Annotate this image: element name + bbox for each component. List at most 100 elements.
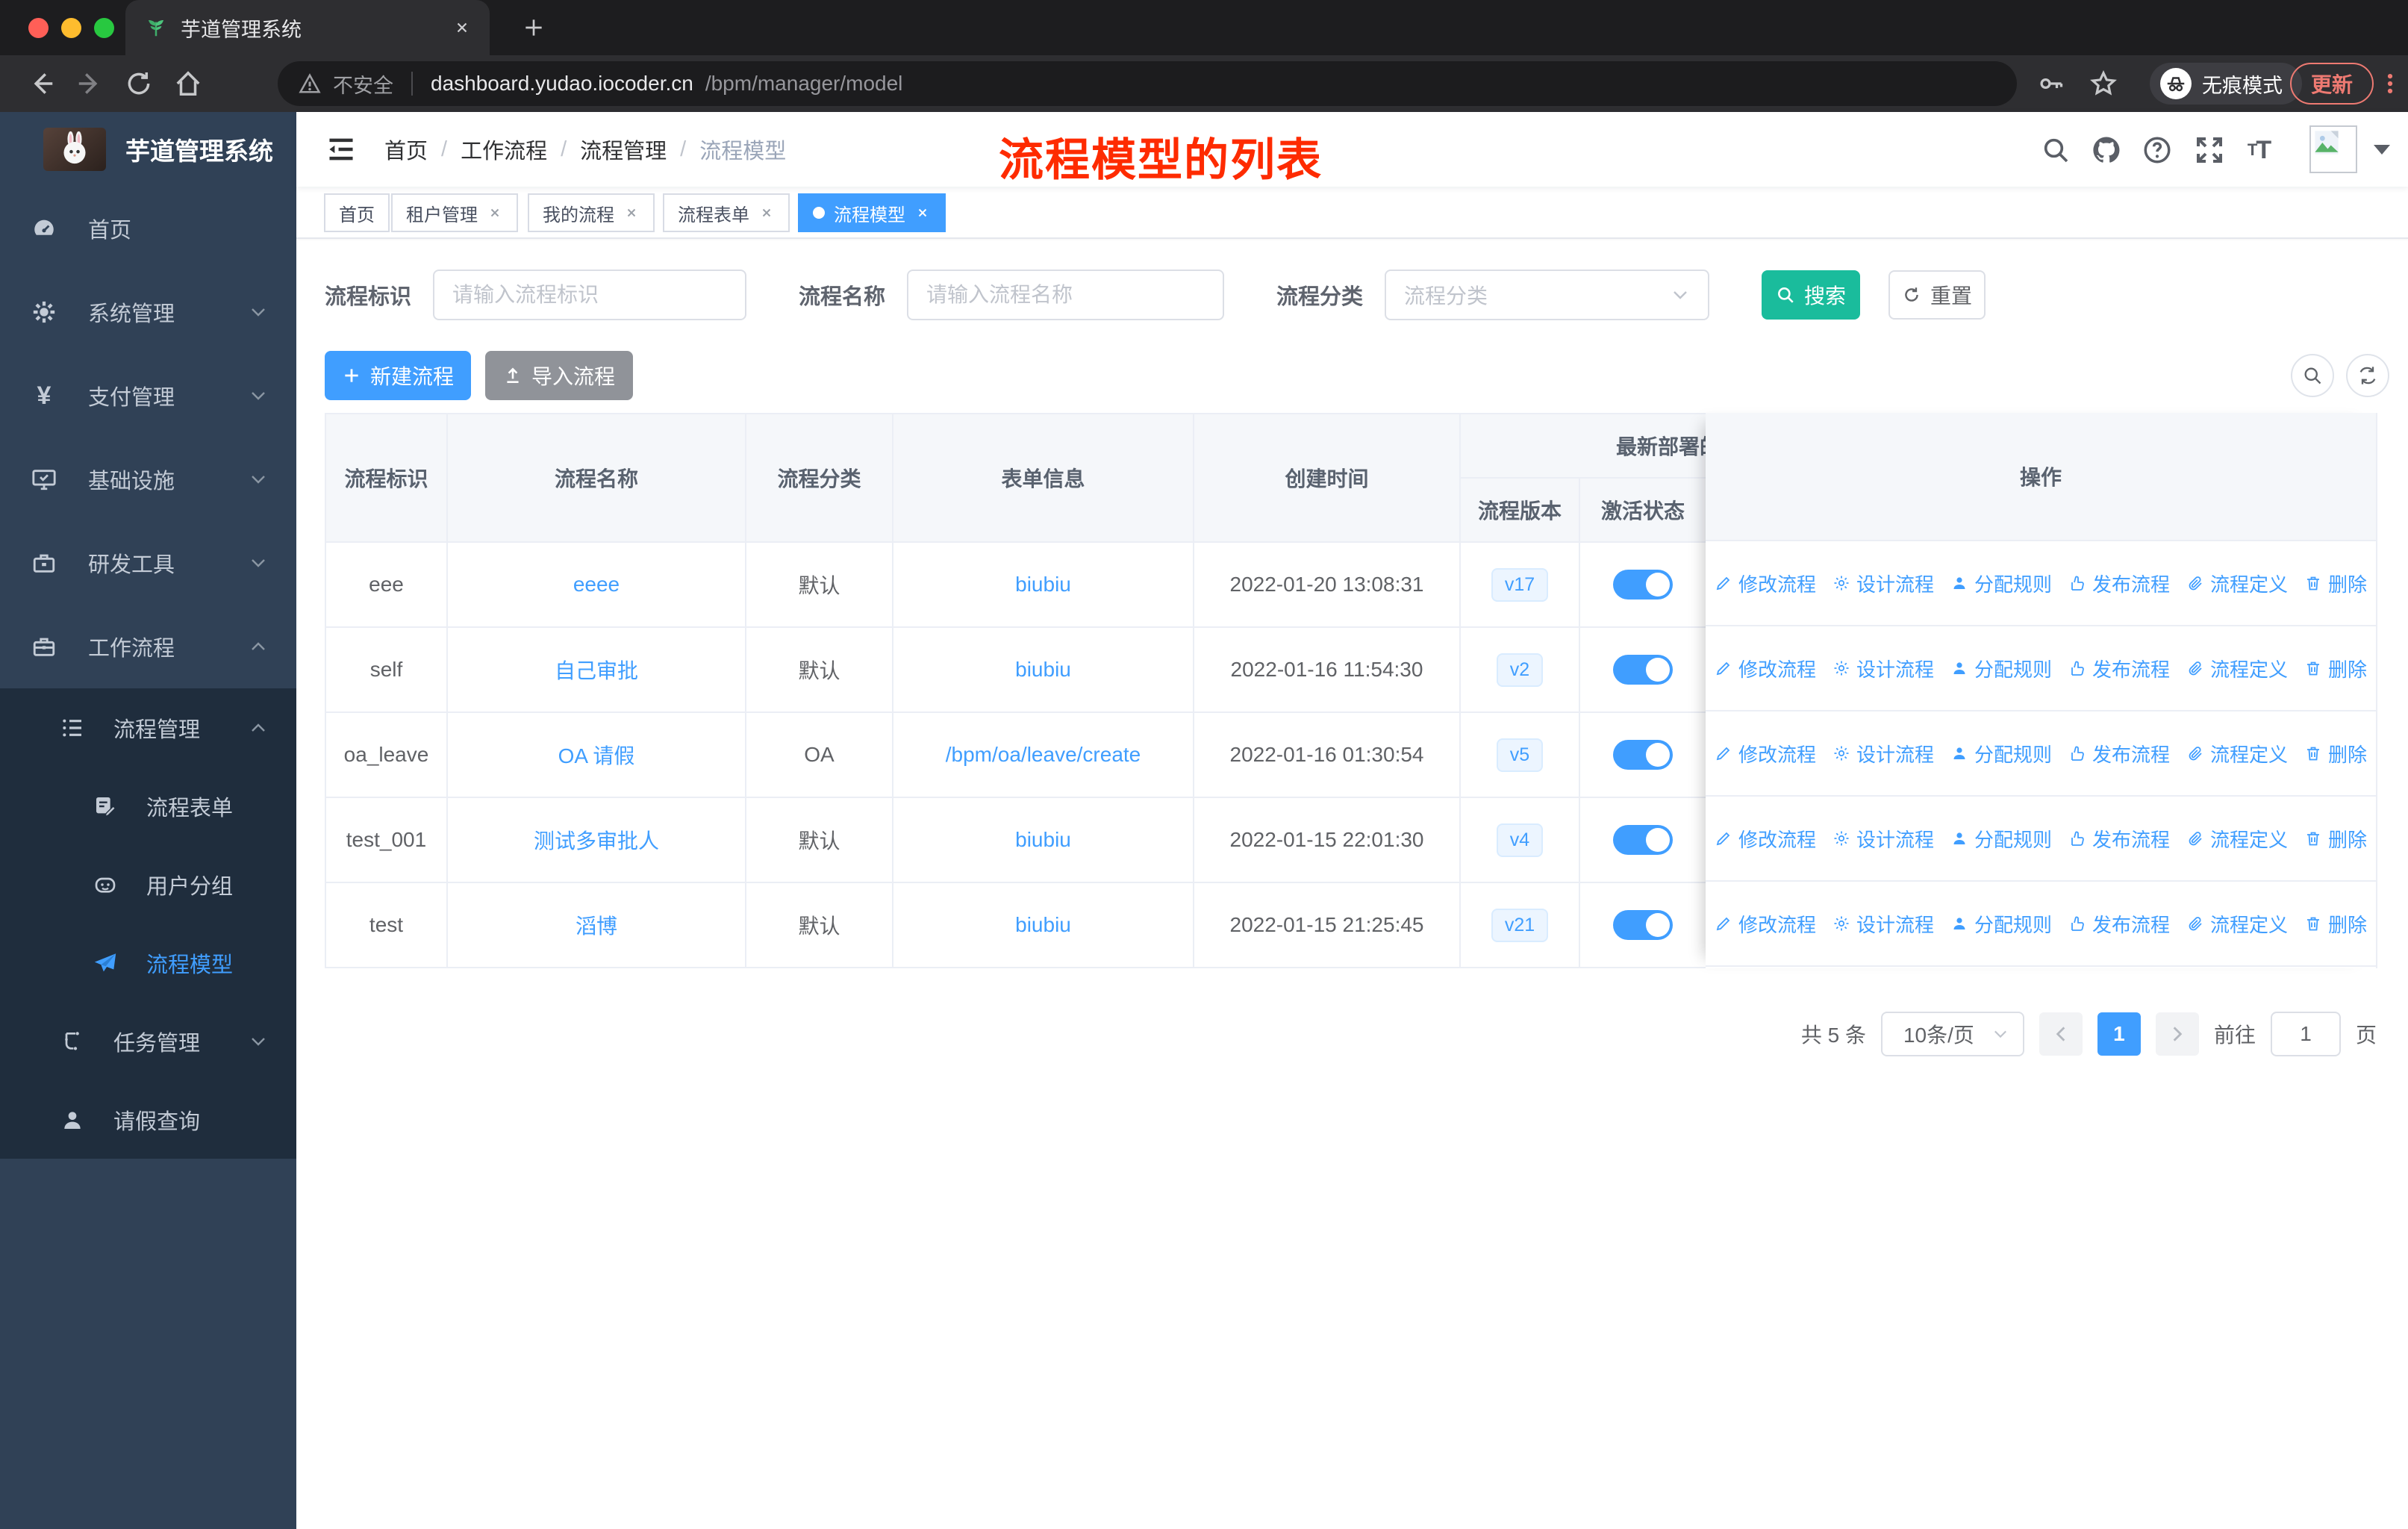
tag-close-icon[interactable] <box>623 205 640 221</box>
window-zoom-button[interactable] <box>94 18 114 38</box>
active-status-toggle[interactable] <box>1613 655 1673 685</box>
sidebar-item-task-mgmt[interactable]: 任务管理 <box>0 1002 296 1080</box>
publish-process-link[interactable]: 发布流程 <box>2068 825 2170 853</box>
breadcrumb-item[interactable]: 流程管理 <box>580 134 667 165</box>
design-process-link[interactable]: 设计流程 <box>1832 655 1934 682</box>
delete-link[interactable]: 删除 <box>2304 825 2367 853</box>
breadcrumb-item[interactable]: 工作流程 <box>461 134 547 165</box>
sidebar-item-devtools[interactable]: 研发工具 <box>0 521 296 605</box>
reload-icon[interactable] <box>124 69 154 99</box>
assign-rule-link[interactable]: 分配规则 <box>1950 655 2052 682</box>
active-status-toggle[interactable] <box>1613 910 1673 940</box>
process-name-link[interactable]: eeee <box>573 573 620 597</box>
sidebar-item-home[interactable]: 首页 <box>0 187 296 270</box>
form-info-link[interactable]: biubiu <box>1015 828 1071 852</box>
tag-close-icon[interactable] <box>758 205 775 221</box>
next-page-button[interactable] <box>2155 1012 2199 1056</box>
back-icon[interactable] <box>27 69 57 99</box>
active-status-toggle[interactable] <box>1613 570 1673 600</box>
search-icon[interactable] <box>2039 133 2073 167</box>
sidebar-item-system[interactable]: 系统管理 <box>0 270 296 354</box>
update-button[interactable]: 更新 <box>2290 63 2374 105</box>
active-status-toggle[interactable] <box>1613 825 1673 855</box>
url-bar[interactable]: 不安全 dashboard.yudao.iocoder.cn/bpm/manag… <box>278 61 2017 106</box>
publish-process-link[interactable]: 发布流程 <box>2068 570 2170 597</box>
publish-process-link[interactable]: 发布流程 <box>2068 910 2170 938</box>
delete-link[interactable]: 删除 <box>2304 910 2367 938</box>
version-tag[interactable]: v5 <box>1496 738 1544 772</box>
tag-home[interactable]: 首页 <box>324 193 390 232</box>
sidebar-item-leave-query[interactable]: 请假查询 <box>0 1080 296 1159</box>
sidebar-item-process-model[interactable]: 流程模型 <box>0 924 296 1002</box>
category-select[interactable]: 流程分类 <box>1385 270 1709 320</box>
design-process-link[interactable]: 设计流程 <box>1832 910 1934 938</box>
breadcrumb-item[interactable]: 首页 <box>384 134 428 165</box>
form-info-link[interactable]: biubiu <box>1015 913 1071 937</box>
process-definition-link[interactable]: 流程定义 <box>2186 825 2288 853</box>
goto-page-input[interactable] <box>2270 1012 2341 1056</box>
edit-process-link[interactable]: 修改流程 <box>1715 570 1816 597</box>
process-definition-link[interactable]: 流程定义 <box>2186 570 2288 597</box>
edit-process-link[interactable]: 修改流程 <box>1715 910 1816 938</box>
process-name-link[interactable]: OA 请假 <box>558 740 635 770</box>
fullscreen-icon[interactable] <box>2192 133 2227 167</box>
delete-link[interactable]: 删除 <box>2304 570 2367 597</box>
form-info-link[interactable]: biubiu <box>1015 573 1071 597</box>
delete-link[interactable]: 删除 <box>2304 740 2367 767</box>
process-name-link[interactable]: 测试多审批人 <box>534 825 659 855</box>
version-tag[interactable]: v21 <box>1491 908 1549 942</box>
home-icon[interactable] <box>173 69 203 99</box>
design-process-link[interactable]: 设计流程 <box>1832 740 1934 767</box>
browser-menu-icon[interactable] <box>2375 69 2405 99</box>
sidebar-item-process-mgmt[interactable]: 流程管理 <box>0 688 296 767</box>
show-search-toggle-button[interactable] <box>2291 354 2334 397</box>
tag-my-process[interactable]: 我的流程 <box>528 193 655 232</box>
process-name-link[interactable]: 滔博 <box>576 910 617 940</box>
tab-close-icon[interactable] <box>454 19 470 36</box>
assign-rule-link[interactable]: 分配规则 <box>1950 740 2052 767</box>
avatar[interactable] <box>2309 125 2357 173</box>
create-process-button[interactable]: 新建流程 <box>325 351 471 400</box>
bookmark-star-icon[interactable] <box>2089 69 2118 99</box>
sidebar-item-process-form[interactable]: 流程表单 <box>0 767 296 845</box>
form-info-link[interactable]: /bpm/oa/leave/create <box>946 743 1141 767</box>
process-definition-link[interactable]: 流程定义 <box>2186 655 2288 682</box>
delete-link[interactable]: 删除 <box>2304 655 2367 682</box>
sidebar-item-workflow[interactable]: 工作流程 <box>0 605 296 688</box>
sidebar-collapse-icon[interactable] <box>325 133 358 166</box>
process-name-input[interactable] <box>907 270 1224 320</box>
tag-process-model[interactable]: 流程模型 <box>798 193 946 232</box>
version-tag[interactable]: v2 <box>1496 653 1544 687</box>
process-name-link[interactable]: 自己审批 <box>555 655 638 685</box>
publish-process-link[interactable]: 发布流程 <box>2068 740 2170 767</box>
refresh-table-button[interactable] <box>2346 354 2389 397</box>
import-process-button[interactable]: 导入流程 <box>485 351 633 400</box>
assign-rule-link[interactable]: 分配规则 <box>1950 825 2052 853</box>
page-number-current[interactable]: 1 <box>2097 1012 2141 1056</box>
assign-rule-link[interactable]: 分配规则 <box>1950 910 2052 938</box>
version-tag[interactable]: v4 <box>1496 823 1544 857</box>
process-definition-link[interactable]: 流程定义 <box>2186 740 2288 767</box>
design-process-link[interactable]: 设计流程 <box>1832 825 1934 853</box>
logo-row[interactable]: 芋道管理系统 <box>0 112 296 187</box>
search-button[interactable]: 搜索 <box>1762 270 1860 320</box>
process-definition-link[interactable]: 流程定义 <box>2186 910 2288 938</box>
avatar-caret-icon[interactable] <box>2374 145 2390 155</box>
new-tab-button[interactable] <box>517 10 551 45</box>
forward-icon[interactable] <box>75 69 105 99</box>
security-label[interactable]: 不安全 <box>333 69 393 99</box>
process-id-input[interactable] <box>433 270 746 320</box>
tag-tenant[interactable]: 租户管理 <box>391 193 518 232</box>
active-status-toggle[interactable] <box>1613 740 1673 770</box>
key-icon[interactable] <box>2036 69 2066 99</box>
prev-page-button[interactable] <box>2039 1012 2083 1056</box>
sidebar-item-payment[interactable]: ¥ 支付管理 <box>0 354 296 437</box>
github-icon[interactable] <box>2089 133 2124 167</box>
page-size-select[interactable]: 10条/页 <box>1880 1012 2024 1056</box>
window-close-button[interactable] <box>28 18 49 38</box>
sidebar-item-user-group[interactable]: 用户分组 <box>0 845 296 924</box>
font-size-icon[interactable]: TT <box>2242 133 2276 167</box>
sidebar-item-infrastructure[interactable]: 基础设施 <box>0 437 296 521</box>
publish-process-link[interactable]: 发布流程 <box>2068 655 2170 682</box>
edit-process-link[interactable]: 修改流程 <box>1715 655 1816 682</box>
